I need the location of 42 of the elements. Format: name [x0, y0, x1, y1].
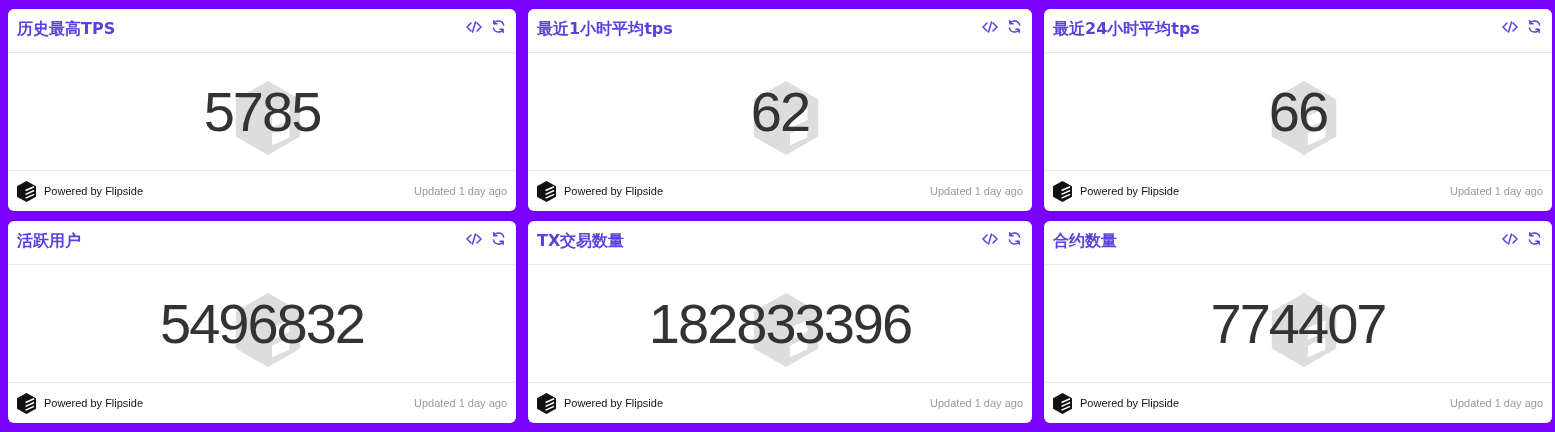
code-icon[interactable]	[982, 19, 998, 34]
powered-by-label: Powered by Flipside	[564, 397, 665, 409]
metric-value: 774407	[1210, 291, 1386, 356]
card-title: 最近1小时平均tps	[537, 19, 674, 40]
flipside-logo-icon	[1053, 392, 1072, 414]
powered-by-label: Powered by Flipside	[44, 397, 145, 409]
updated-label: Updated 1 day ago	[930, 397, 1023, 409]
code-icon[interactable]	[1502, 19, 1518, 34]
powered-by-label: Powered by Flipside	[44, 185, 145, 197]
refresh-icon[interactable]	[1527, 231, 1542, 246]
updated-label: Updated 1 day ago	[414, 185, 507, 197]
flipside-logo-icon	[17, 392, 36, 414]
code-icon[interactable]	[1502, 231, 1518, 246]
powered-by-label: Powered by Flipside	[1080, 185, 1181, 197]
metric-value: 5785	[203, 79, 321, 144]
metric-value: 182833396	[648, 291, 912, 356]
card-title: 最近24小时平均tps	[1053, 19, 1201, 40]
refresh-icon[interactable]	[491, 19, 506, 34]
updated-label: Updated 1 day ago	[1450, 397, 1543, 409]
updated-label: Updated 1 day ago	[930, 185, 1023, 197]
card-title: 历史最高TPS	[17, 19, 117, 40]
metric-value: 62	[750, 79, 810, 144]
code-icon[interactable]	[466, 231, 482, 246]
card-title: TX交易数量	[537, 231, 626, 252]
flipside-logo-icon	[17, 180, 36, 202]
refresh-icon[interactable]	[491, 231, 506, 246]
refresh-icon[interactable]	[1007, 19, 1022, 34]
flipside-logo-icon	[1053, 180, 1072, 202]
code-icon[interactable]	[982, 231, 998, 246]
refresh-icon[interactable]	[1527, 19, 1542, 34]
card-title: 合约数量	[1053, 231, 1118, 252]
refresh-icon[interactable]	[1007, 231, 1022, 246]
code-icon[interactable]	[466, 19, 482, 34]
powered-by-label: Powered by Flipside	[564, 185, 665, 197]
card-title: 活跃用户	[17, 231, 82, 252]
flipside-logo-icon	[537, 180, 556, 202]
powered-by-label: Powered by Flipside	[1080, 397, 1181, 409]
updated-label: Updated 1 day ago	[414, 397, 507, 409]
metric-value: 5496832	[160, 291, 364, 356]
updated-label: Updated 1 day ago	[1450, 185, 1543, 197]
metric-value: 66	[1268, 79, 1328, 144]
flipside-logo-icon	[537, 392, 556, 414]
